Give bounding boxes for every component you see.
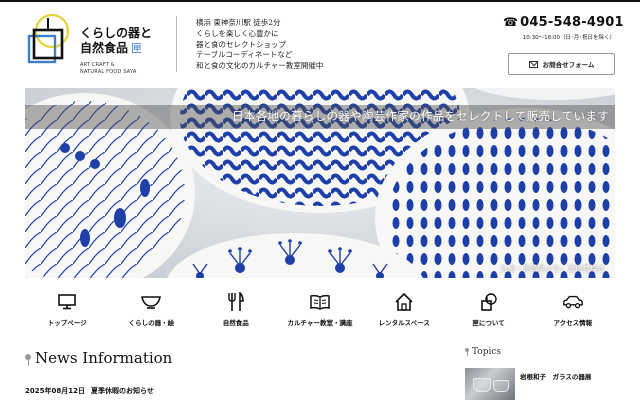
- nav-label: レンタルスペース: [378, 319, 430, 327]
- hero-credit: 九州・長崎県より」波佐見焼き: [500, 264, 605, 273]
- header-divider: [176, 16, 177, 72]
- nav-label: アクセス情報: [553, 319, 593, 327]
- utensils-icon: [225, 292, 247, 312]
- news-section-title: News Information: [25, 349, 172, 367]
- logo-title-line1: くらしの器と: [80, 26, 153, 40]
- car-icon: [562, 292, 584, 312]
- nav-label: トップページ: [47, 319, 87, 327]
- tagline-line: 和と食の文化のカルチャー教室開催中: [196, 61, 324, 71]
- info-icon: [478, 292, 500, 312]
- phone-number-text: 045-548-4901: [520, 15, 624, 30]
- phone-icon: ☎: [503, 15, 519, 29]
- logo-mark-icon: [27, 14, 70, 64]
- nav-item-tableware[interactable]: くらしの器・絵: [109, 292, 193, 332]
- logo-sub-line2: NATURAL FOOD SAYA: [80, 68, 137, 75]
- nav-label: 自然食品: [222, 319, 249, 327]
- main-nav: トップページ くらしの器・絵 自然食品 カルチャー教室・講座 レンタルスペース …: [25, 292, 615, 332]
- nav-label: くらしの器・絵: [128, 319, 175, 327]
- mail-icon: [528, 60, 538, 68]
- bowl-icon: [140, 292, 162, 312]
- contact-info: ☎ 045-548-4901 10:30〜18:00（日･月･祝日を除く）: [503, 15, 624, 41]
- business-hours: 10:30〜18:00（日･月･祝日を除く）: [522, 35, 615, 41]
- pin-icon: [25, 354, 31, 366]
- topic-text: 岩根和子 ガラスの器展: [520, 373, 592, 381]
- nav-label: 匣について: [472, 319, 505, 327]
- site-logo[interactable]: くらしの器と 自然食品匣 ART CRAFT & NATURAL FOOD SA…: [24, 14, 174, 80]
- monitor-icon: [56, 292, 78, 312]
- hero-caption: 日本各地の暮らしの器や陶芸作家の作品をセレクトして販売しています: [232, 109, 609, 123]
- logo-title: くらしの器と 自然食品匣: [80, 26, 152, 56]
- news-title-text: News Information: [35, 349, 173, 367]
- news-text: 夏季休暇のお知らせ: [90, 387, 154, 395]
- topics-title-text: Topics: [472, 347, 502, 357]
- nav-item-natural-food[interactable]: 自然食品: [194, 292, 278, 332]
- nav-item-top[interactable]: トップページ: [25, 292, 109, 332]
- logo-title-hand: 匣: [131, 42, 143, 55]
- topic-item[interactable]: 岩根和子 ガラスの器展: [465, 368, 615, 400]
- tagline-line: くらしを楽しく心豊かに: [196, 28, 279, 38]
- hero-image: 日本各地の暮らしの器や陶芸作家の作品をセレクトして販売しています 九州・長崎県よ…: [25, 88, 615, 278]
- nav-item-rental-space[interactable]: レンタルスペース: [362, 292, 446, 332]
- tagline-line: テーブルコーディネートなど: [196, 50, 293, 60]
- logo-title-line2: 自然食品: [80, 41, 129, 55]
- phone-number[interactable]: ☎ 045-548-4901: [503, 15, 624, 30]
- book-icon: [309, 292, 331, 312]
- nav-item-about[interactable]: 匣について: [446, 292, 530, 332]
- site-header: くらしの器と 自然食品匣 ART CRAFT & NATURAL FOOD SA…: [0, 2, 640, 88]
- contact-form-label: お問合せフォーム: [542, 61, 595, 69]
- topics-section-title: Topics: [465, 347, 501, 357]
- nav-item-culture[interactable]: カルチャー教室・講座: [278, 292, 362, 332]
- news-date: 2025年08月12日: [25, 387, 85, 395]
- tagline-line: 横浜 東神奈川駅 徒歩2分: [196, 18, 281, 27]
- news-item[interactable]: 2025年08月12日 夏季休暇のお知らせ: [25, 386, 154, 396]
- topic-thumbnail: [465, 368, 515, 400]
- house-icon: [393, 292, 415, 312]
- nav-label: カルチャー教室・講座: [287, 319, 353, 327]
- pin-icon: [465, 348, 469, 356]
- logo-subtitle: ART CRAFT & NATURAL FOOD SAYA: [80, 62, 137, 75]
- nav-item-access[interactable]: アクセス情報: [531, 292, 615, 332]
- tagline-line: 器と食のセレクトショップ: [196, 39, 286, 49]
- contact-form-button[interactable]: お問合せフォーム: [508, 53, 615, 75]
- header-tagline: 横浜 東神奈川駅 徒歩2分 くらしを楽しく心豊かに 器と食のセレクトショップ テ…: [196, 18, 323, 72]
